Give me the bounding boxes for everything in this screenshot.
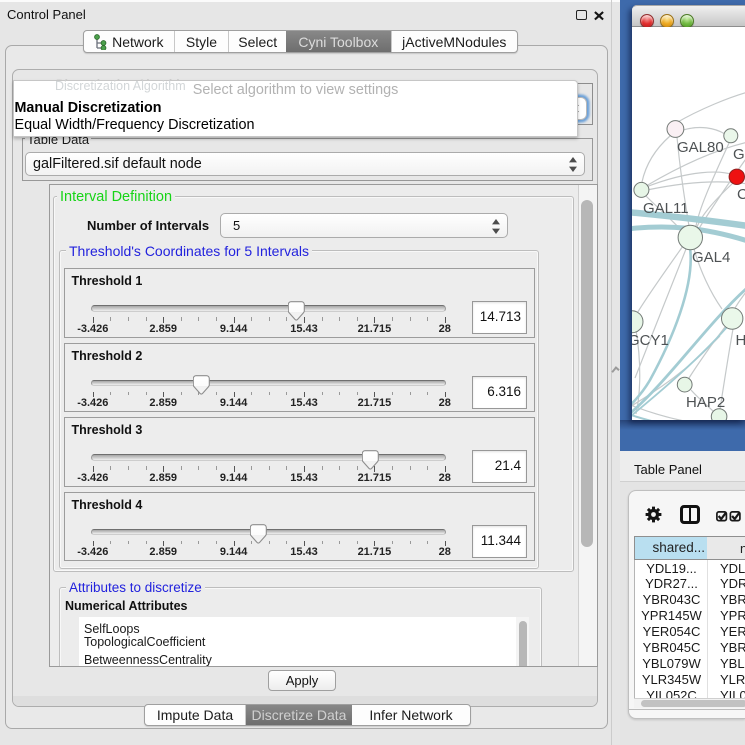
svg-text:GAL11: GAL11 [643, 200, 689, 217]
svg-text:G: G [733, 146, 745, 163]
svg-text:GAL4: GAL4 [692, 249, 730, 266]
svg-text:H: H [736, 332, 745, 349]
svg-text:GCY1: GCY1 [630, 332, 669, 349]
svg-text:HAP2: HAP2 [686, 394, 725, 411]
svg-text:GAL80: GAL80 [677, 139, 724, 156]
svg-text:C: C [737, 186, 745, 203]
